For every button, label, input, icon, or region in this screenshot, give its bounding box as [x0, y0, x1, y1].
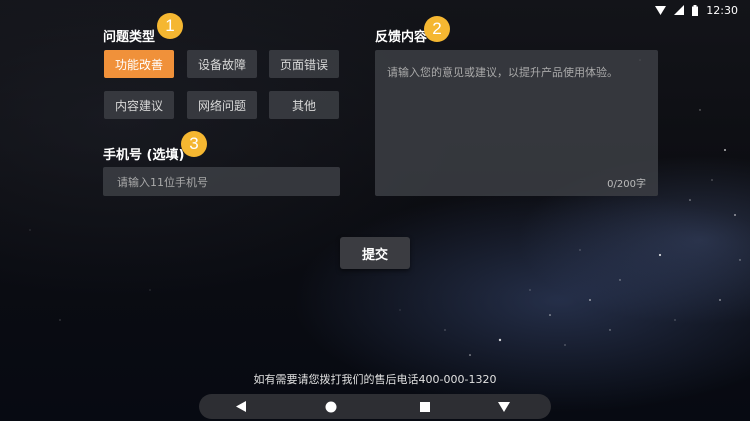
- wifi-icon: [655, 5, 667, 15]
- feedback-placeholder: 请输入您的意见或建议，以提升产品使用体验。: [387, 66, 618, 79]
- battery-icon: [692, 4, 699, 16]
- character-counter: 0/200字: [607, 179, 646, 190]
- recents-button[interactable]: [405, 394, 445, 419]
- feedback-textarea[interactable]: 请输入您的意见或建议，以提升产品使用体验。 0/200字: [375, 50, 658, 196]
- home-button[interactable]: [311, 394, 351, 419]
- issue-type-option-page-error[interactable]: 页面错误: [269, 50, 339, 78]
- status-time: 12:30: [706, 3, 738, 17]
- dropdown-icon: [498, 401, 510, 412]
- issue-type-option-network[interactable]: 网络问题: [187, 91, 257, 119]
- issue-type-option-other[interactable]: 其他: [269, 91, 339, 119]
- issue-type-label: 问题类型: [103, 30, 156, 45]
- step-badge-1: 1: [157, 13, 183, 39]
- back-button[interactable]: [221, 394, 261, 419]
- step-badge-3: 3: [181, 131, 207, 157]
- dropdown-button[interactable]: [484, 394, 524, 419]
- hotline-text: 如有需要请您拨打我们的售后电话400-000-1320: [253, 373, 497, 386]
- phone-label: 手机号 (选填): [103, 148, 185, 163]
- status-bar: 12:30: [655, 2, 738, 18]
- back-icon: [236, 401, 246, 412]
- issue-type-option-content[interactable]: 内容建议: [104, 91, 174, 119]
- recents-icon: [420, 401, 430, 412]
- home-icon: [325, 401, 337, 412]
- issue-type-option-feature[interactable]: 功能改善: [104, 50, 174, 78]
- phone-input[interactable]: 请输入11位手机号: [103, 167, 340, 196]
- signal-icon: [674, 5, 685, 15]
- issue-type-option-device-fault[interactable]: 设备故障: [187, 50, 257, 78]
- navigation-bar: [199, 394, 551, 419]
- submit-button[interactable]: 提交: [340, 237, 410, 269]
- step-badge-2: 2: [424, 16, 450, 42]
- feedback-label: 反馈内容: [375, 30, 428, 45]
